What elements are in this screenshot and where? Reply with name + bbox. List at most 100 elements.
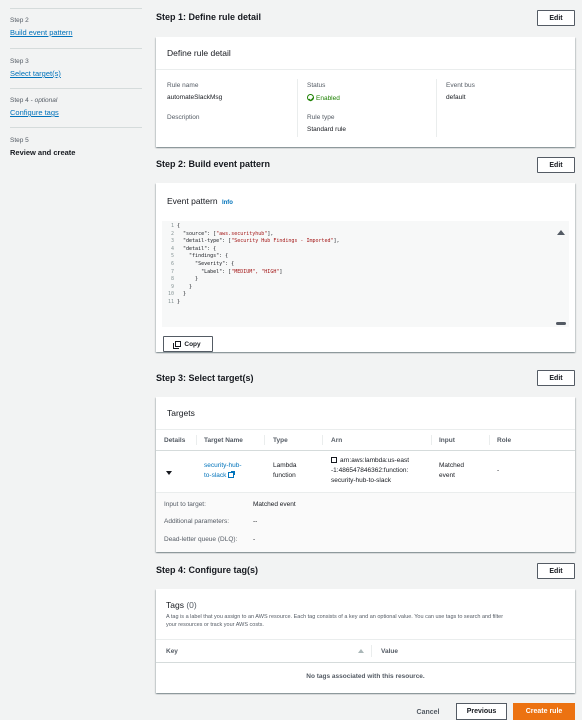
nav-step-2-number: Step 2 [10, 17, 29, 24]
nav-step-4: Step 4 - optional Configure tags [10, 97, 142, 117]
status-value: Enabled [307, 94, 340, 102]
code-line: 9 } [162, 284, 192, 292]
code-line: 7 "Label": ["MEDIUM", "HIGH"] [162, 269, 282, 277]
nav-step-5-number: Step 5 [10, 137, 29, 144]
rule-type-value: Standard rule [307, 126, 347, 133]
line-number: 7 [170, 268, 174, 275]
nav-step-5: Step 5 Review and create [10, 137, 142, 157]
tags-count: (0) [186, 600, 197, 610]
additional-params-key: Additional parameters: [164, 518, 230, 525]
rule-type-key: Rule type [307, 114, 335, 121]
col-divider [196, 435, 197, 445]
event-bus-key: Event bus [446, 82, 475, 89]
line-number: 6 [170, 261, 174, 267]
code-line: 2 "source": ["aws.securityhub"], [162, 231, 273, 239]
target-input: Matched event [439, 462, 464, 479]
nav-step-3-link[interactable]: Select target(s) [10, 69, 142, 78]
line-number: 2 [170, 230, 174, 237]
step1-edit-button[interactable]: Edit [537, 10, 575, 26]
line-number: 8 [170, 276, 174, 283]
panel-divider [156, 639, 575, 640]
code-line: 10 } [162, 291, 186, 299]
event-pattern-code: 1{2 "source": ["aws.securityhub"], 3 "det… [162, 221, 569, 327]
col-role: Role [497, 437, 512, 444]
code-line: 5 "findings": { [162, 253, 228, 261]
nav-step-3-number: Step 3 [10, 58, 29, 65]
col-value: Value [381, 648, 398, 655]
row-divider [156, 492, 575, 493]
nav-divider [10, 8, 142, 9]
col-divider [489, 435, 490, 445]
col-type: Type [273, 437, 288, 444]
rule-detail-panel: Define rule detail Rule name automateSla… [156, 37, 575, 147]
rule-detail-title: Define rule detail [167, 48, 231, 58]
create-rule-button[interactable]: Create rule [513, 703, 575, 720]
cancel-button[interactable]: Cancel [406, 704, 450, 720]
previous-button[interactable]: Previous [456, 703, 507, 720]
line-number: 10 [167, 291, 174, 298]
tags-description: A tag is a label that you assign to an A… [166, 614, 504, 628]
code-line: 6 "Severity": { [162, 261, 234, 269]
nav-step-4-link[interactable]: Configure tags [10, 108, 142, 117]
line-number: 4 [170, 245, 174, 252]
tags-panel: Tags (0) A tag is a label that you assig… [156, 589, 575, 693]
step3-edit-button[interactable]: Edit [537, 370, 575, 386]
step4-edit-button[interactable]: Edit [537, 563, 575, 579]
step4-heading: Step 4: Configure tag(s) [156, 565, 259, 575]
targets-title: Targets [167, 408, 195, 418]
copy-icon [173, 341, 182, 349]
target-name-link[interactable]: security-hub-to-slack [204, 461, 242, 481]
header-divider [156, 450, 575, 451]
dlq-value: - [253, 536, 256, 543]
scrollbar-thumb[interactable] [556, 322, 566, 325]
step2-edit-button[interactable]: Edit [537, 157, 575, 173]
status-key: Status [307, 82, 326, 89]
line-number: 3 [170, 238, 174, 245]
code-line: 8 } [162, 276, 198, 284]
input-to-target-key: Input to target: [164, 501, 206, 508]
step3-heading: Step 3: Select target(s) [156, 373, 254, 383]
col-divider [322, 435, 323, 445]
copy-button[interactable]: Copy [163, 336, 213, 352]
code-line: 3 "detail-type": ["Security Hub Findings… [162, 238, 340, 246]
line-number: 1 [170, 223, 174, 229]
copy-icon[interactable] [331, 457, 337, 463]
line-number: 5 [170, 253, 174, 260]
event-pattern-panel: Event pattern Info 1{2 "source": ["aws.s… [156, 183, 575, 352]
rule-name-key: Rule name [167, 82, 199, 89]
column-divider [297, 79, 298, 137]
info-link[interactable]: Info [222, 200, 233, 206]
expand-caret-icon[interactable] [166, 471, 172, 475]
target-arn: arn:aws:lambda:us-east -1:486547846362:fu… [331, 457, 410, 484]
tags-title: Tags (0) [166, 600, 197, 610]
col-divider [264, 435, 265, 445]
col-details: Details [164, 437, 186, 444]
wizard-navigation: Step 2 Build event pattern Step 3 Select… [0, 0, 150, 720]
target-type: Lambda function [273, 462, 297, 479]
empty-state: No tags associated with this resource. [306, 673, 425, 680]
nav-step-2: Step 2 Build event pattern [10, 17, 142, 37]
description-key: Description [167, 114, 200, 121]
col-key[interactable]: Key [166, 648, 178, 655]
col-target-name: Target Name [204, 437, 243, 444]
targets-panel: Targets Details Target Name Type Arn Inp… [156, 397, 575, 552]
event-pattern-title: Event pattern Info [167, 196, 233, 206]
sort-icon[interactable] [358, 649, 364, 653]
scroll-up-icon[interactable] [557, 230, 565, 235]
nav-step-2-link[interactable]: Build event pattern [10, 28, 142, 37]
line-number: 9 [170, 283, 174, 290]
code-line: 4 "detail": { [162, 246, 216, 254]
panel-divider [156, 429, 575, 430]
nav-step-5-current: Review and create [10, 148, 76, 157]
panel-divider [156, 69, 575, 70]
column-divider [436, 79, 437, 137]
code-line: 1{ [162, 223, 180, 231]
line-number: 11 [167, 299, 174, 305]
nav-step-4-number: Step 4 - optional [10, 97, 58, 104]
col-divider [431, 435, 432, 445]
col-arn: Arn [331, 437, 343, 444]
dlq-key: Dead-letter queue (DLQ): [164, 536, 238, 543]
input-to-target-value: Matched event [253, 501, 296, 508]
header-divider [156, 662, 575, 663]
rule-name-value: automateSlackMsg [167, 94, 223, 101]
